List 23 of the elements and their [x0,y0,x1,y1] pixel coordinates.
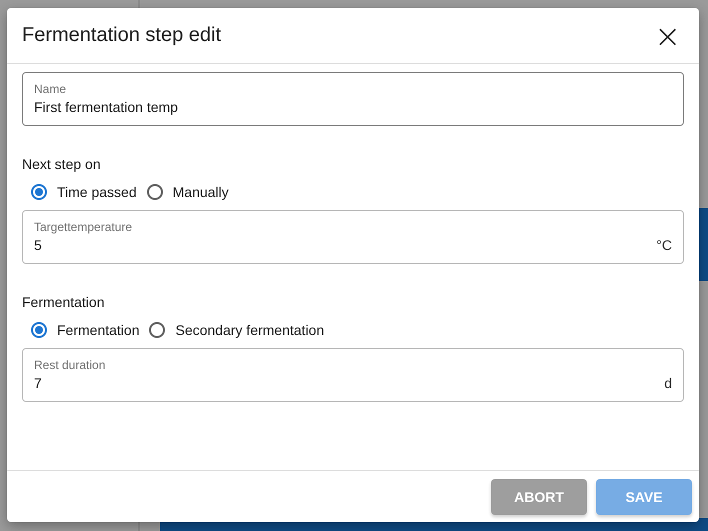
input-field[interactable]: Rest duration 7 d [22,348,684,402]
radio-button[interactable] [149,322,166,338]
radio-label: Time passed [57,184,137,200]
input-field[interactable]: Targettemperature 5 °C [22,210,684,264]
input-field[interactable]: Name First fermentation temp [22,72,684,126]
field-label: Rest duration [34,358,106,372]
group-label: Fermentation [22,294,106,310]
dialog-title: Fermentation step edit [22,24,221,47]
unit-label: d [664,375,672,391]
field-value: 5 [34,237,43,253]
unit-label: °C [656,237,672,253]
radio-label: Secondary fermentation [175,322,324,338]
radio-button[interactable] [31,322,47,338]
field-label: Name [34,82,68,96]
radio-button[interactable] [31,184,47,200]
group-label: Next step on [22,156,102,172]
radio-button[interactable] [146,184,163,200]
close-button[interactable]: × [650,22,685,50]
radio-label: Fermentation [57,322,140,338]
radio-label: Manually [172,184,229,200]
field-value: First fermentation temp [34,99,179,115]
field-value: 7 [34,375,43,391]
field-label: Targettemperature [34,220,134,234]
